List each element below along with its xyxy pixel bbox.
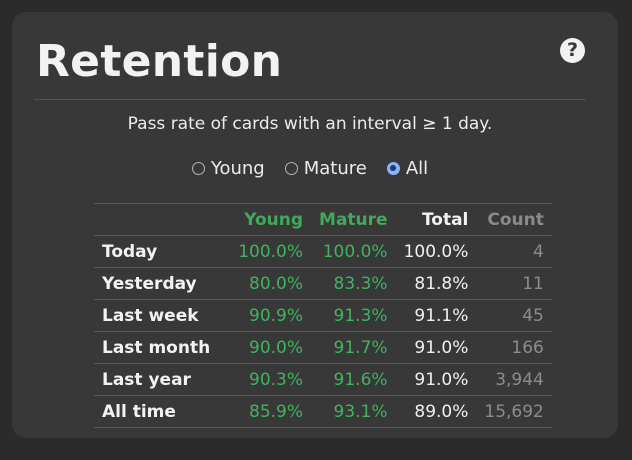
question-circle-icon[interactable]: ? (560, 38, 585, 63)
radio-young[interactable]: Young (191, 158, 265, 179)
row-label: Last month (94, 331, 231, 364)
radio-young-circle[interactable] (191, 162, 205, 175)
total-value: 89.0% (395, 395, 477, 428)
total-value: 91.0% (395, 363, 477, 396)
table-row: Last month 90.0% 91.7% 91.0% 166 (94, 331, 552, 364)
table-row: All time 85.9% 93.1% 89.0% 15,692 (94, 395, 552, 428)
row-label: Last week (94, 299, 231, 332)
row-label: Today (94, 235, 231, 268)
mature-value: 83.3% (311, 267, 396, 300)
header-mature: Mature (311, 203, 396, 236)
radio-mature-label[interactable]: Mature (304, 158, 367, 179)
young-value: 85.9% (230, 395, 312, 428)
row-label: Yesterday (94, 267, 231, 300)
total-value: 91.1% (395, 299, 477, 332)
radio-young-label[interactable]: Young (211, 158, 265, 179)
count-value: 3,944 (476, 363, 552, 396)
retention-subtitle: Pass rate of cards with an interval ≥ 1 … (127, 114, 493, 134)
header-count: Count (476, 203, 552, 236)
card-title: Retention (36, 36, 283, 87)
radio-all-label[interactable]: All (406, 158, 428, 179)
total-value: 81.8% (395, 267, 477, 300)
young-value: 90.3% (230, 363, 312, 396)
count-value: 166 (476, 331, 552, 364)
table-header-row: Young Mature Total Count (94, 203, 552, 236)
young-value: 80.0% (230, 267, 312, 300)
count-value: 15,692 (476, 395, 552, 428)
young-value: 100.0% (230, 235, 312, 268)
header-young: Young (230, 203, 312, 236)
count-value: 11 (476, 267, 552, 300)
radio-all[interactable]: All (386, 158, 428, 179)
count-value: 45 (476, 299, 552, 332)
mature-value: 100.0% (311, 235, 396, 268)
row-label: All time (94, 395, 231, 428)
radio-mature[interactable]: Mature (284, 158, 367, 179)
mature-value: 91.6% (311, 363, 396, 396)
row-label: Last year (94, 363, 231, 396)
range-radio-group: Young Mature All (12, 158, 608, 179)
radio-all-circle[interactable] (386, 162, 400, 175)
table-row: Last year 90.3% 91.6% 91.0% 3,944 (94, 363, 552, 396)
header-empty (94, 203, 231, 236)
title-divider (34, 99, 586, 100)
mature-value: 91.7% (311, 331, 396, 364)
retention-card: Retention ? Pass rate of cards with an i… (12, 12, 618, 438)
total-value: 100.0% (395, 235, 477, 268)
retention-table: Young Mature Total Count Today 100.0% 10… (94, 203, 552, 428)
young-value: 90.0% (230, 331, 312, 364)
radio-mature-circle[interactable] (284, 162, 298, 175)
table-row: Last week 90.9% 91.3% 91.1% 45 (94, 299, 552, 332)
count-value: 4 (476, 235, 552, 268)
mature-value: 93.1% (311, 395, 396, 428)
header-total: Total (395, 203, 477, 236)
table-row: Yesterday 80.0% 83.3% 81.8% 11 (94, 267, 552, 300)
mature-value: 91.3% (311, 299, 396, 332)
total-value: 91.0% (395, 331, 477, 364)
table-row: Today 100.0% 100.0% 100.0% 4 (94, 235, 552, 268)
young-value: 90.9% (230, 299, 312, 332)
